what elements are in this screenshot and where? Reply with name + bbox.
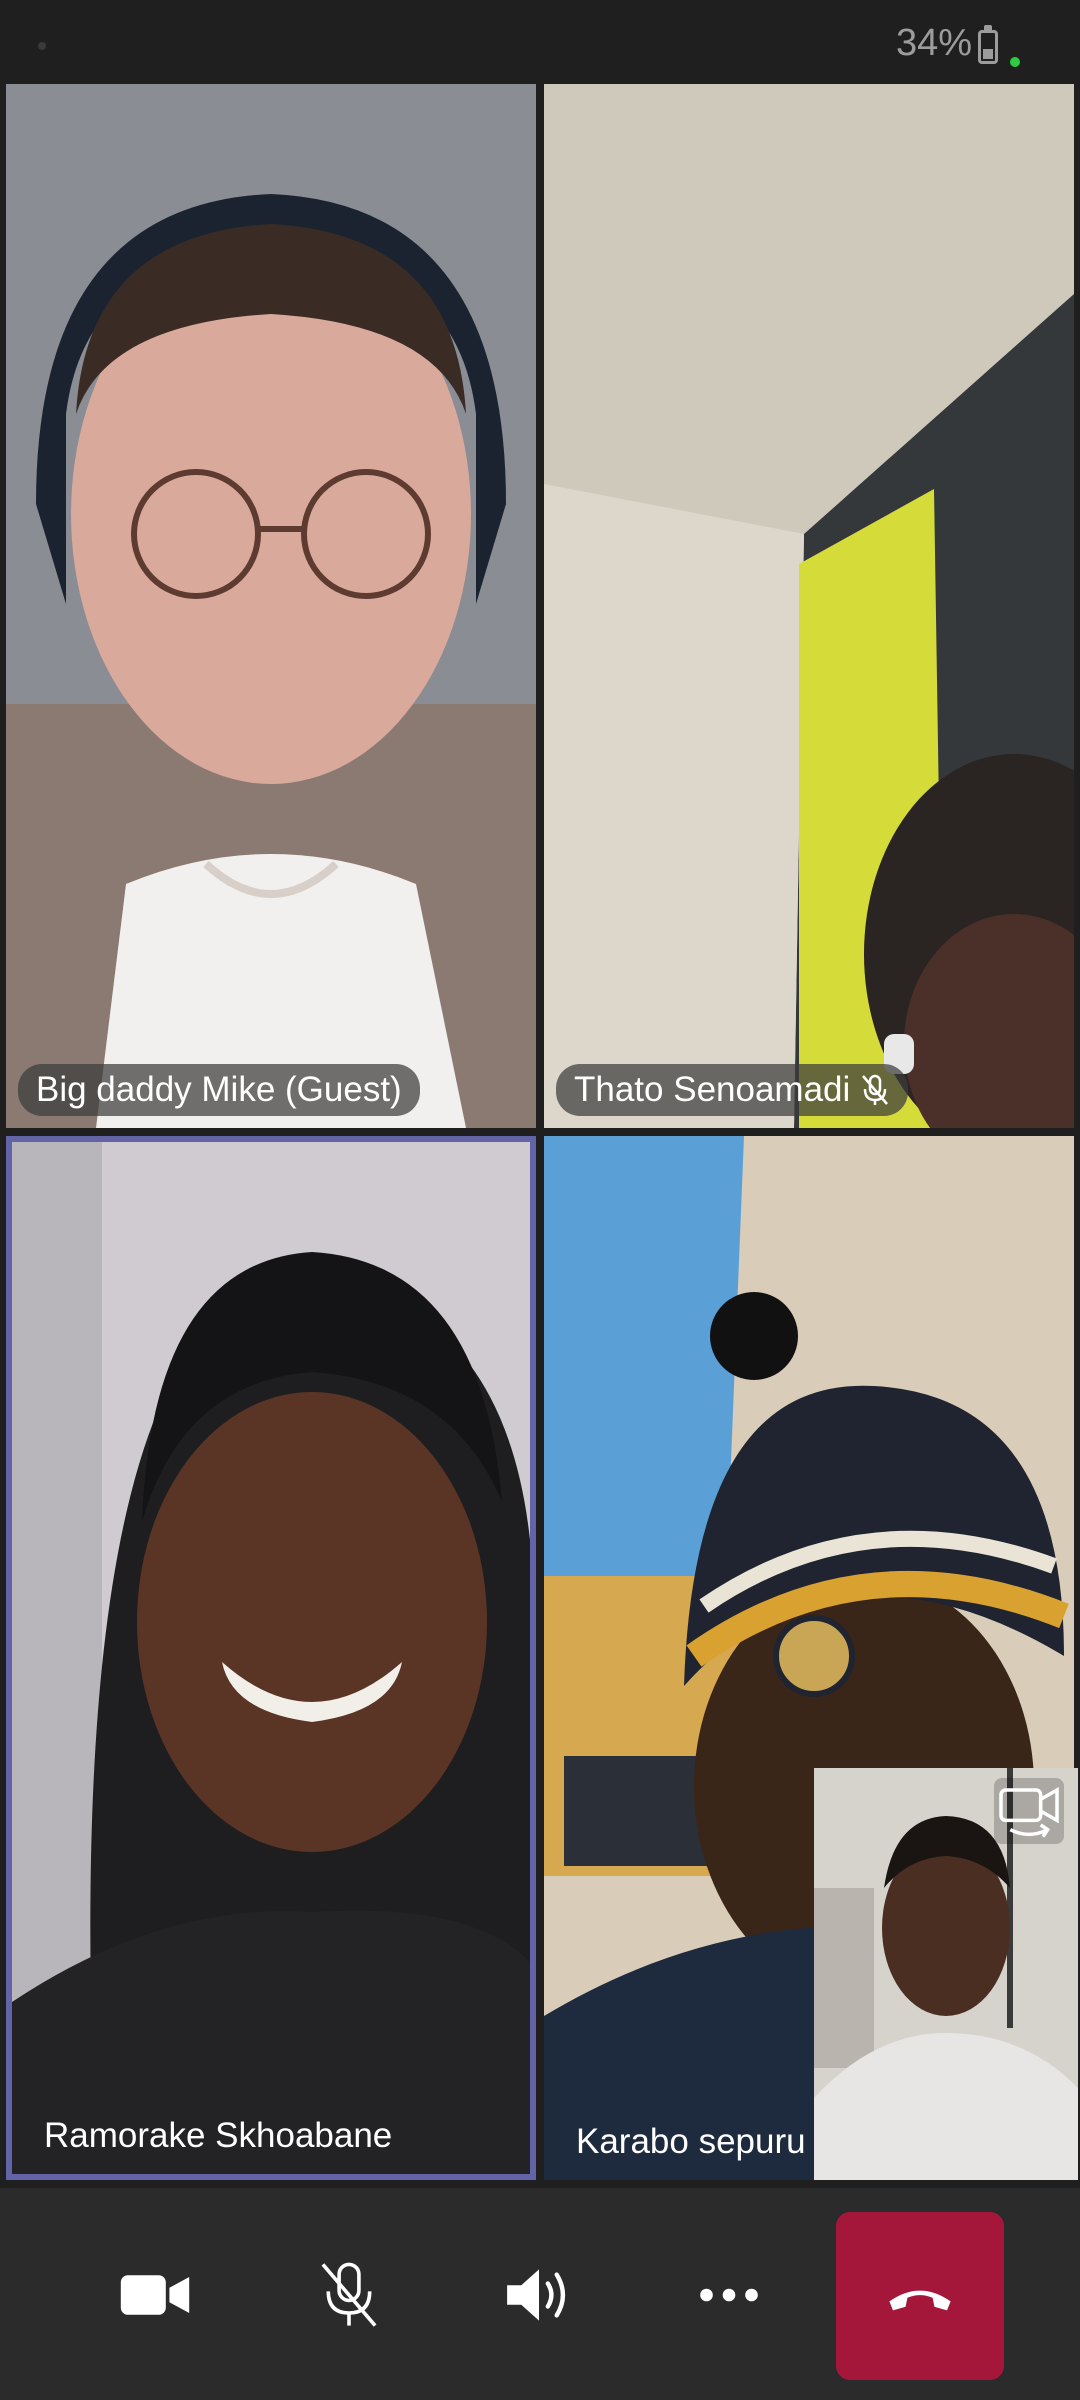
participant-name: Karabo sepuru bbox=[576, 2122, 806, 2161]
microphone-muted-icon bbox=[860, 1073, 890, 1107]
hang-up-icon bbox=[889, 2290, 951, 2311]
video-toggle-button[interactable] bbox=[100, 2240, 210, 2350]
participant-tile-3-active-speaker[interactable]: Ramorake Skhoabane bbox=[6, 1136, 536, 2180]
participant-name-tag: Big daddy Mike (Guest) bbox=[18, 1064, 420, 1116]
participant-name: Thato Senoamadi bbox=[574, 1070, 851, 1109]
notification-dot bbox=[38, 42, 46, 50]
participant-name-tag: Ramorake Skhoabane bbox=[26, 2110, 410, 2162]
speaker-toggle-button[interactable] bbox=[484, 2240, 594, 2350]
participant-video-1 bbox=[6, 84, 536, 1128]
call-controls-bar bbox=[0, 2188, 1080, 2400]
battery-percentage: 34% bbox=[895, 22, 972, 64]
participant-video-3 bbox=[12, 1142, 530, 2174]
hang-up-button[interactable] bbox=[836, 2212, 1004, 2380]
switch-camera-button[interactable] bbox=[994, 1778, 1064, 1844]
participant-name: Big daddy Mike (Guest) bbox=[36, 1070, 402, 1109]
participant-name-tag: Thato Senoamadi bbox=[556, 1064, 909, 1116]
video-camera-icon bbox=[120, 2275, 190, 2315]
speaker-icon bbox=[507, 2269, 566, 2321]
microphone-toggle-button[interactable] bbox=[294, 2240, 404, 2350]
participant-tile-1[interactable]: Big daddy Mike (Guest) bbox=[6, 84, 536, 1128]
battery-icon bbox=[978, 25, 998, 64]
microphone-off-icon bbox=[321, 2262, 377, 2327]
more-options-icon bbox=[700, 2288, 758, 2302]
self-view-preview[interactable] bbox=[814, 1768, 1078, 2180]
participant-video-2 bbox=[544, 84, 1074, 1128]
participant-name: Ramorake Skhoabane bbox=[44, 2116, 393, 2155]
participant-name-tag: Karabo sepuru bbox=[558, 2116, 824, 2168]
camera-in-use-indicator bbox=[1010, 57, 1020, 67]
participant-tile-2[interactable]: Thato Senoamadi bbox=[544, 84, 1074, 1128]
switch-camera-icon bbox=[999, 1786, 1059, 1838]
status-bar: 34% bbox=[0, 0, 1080, 82]
more-options-button[interactable] bbox=[674, 2240, 784, 2350]
